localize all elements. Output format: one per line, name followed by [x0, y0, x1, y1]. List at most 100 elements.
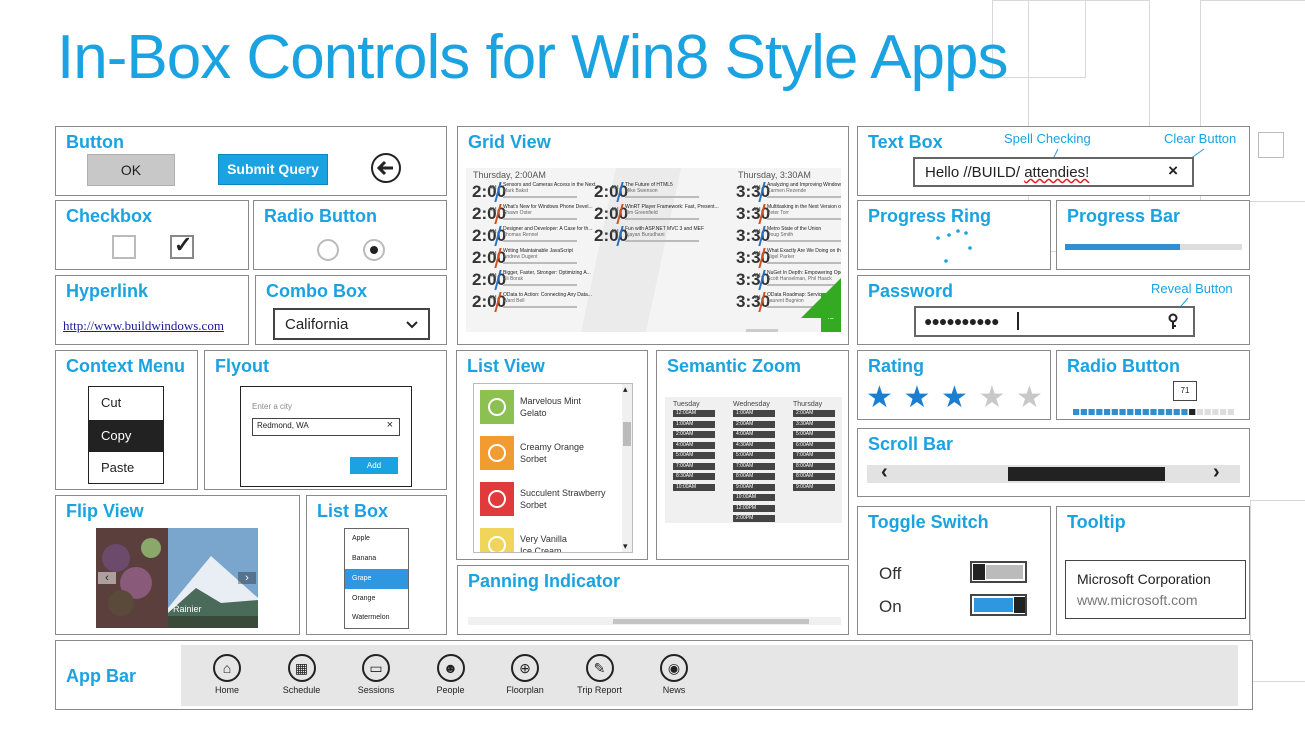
list-view-scrollbar[interactable]: ▴ ▾ [622, 384, 632, 552]
menu-item-paste[interactable]: Paste [89, 453, 163, 483]
semantic-zoom-slot[interactable]: 3:30AM [793, 420, 835, 428]
list-box-item[interactable]: Watermelon [345, 608, 408, 628]
app-bar-button-sessions[interactable]: ▭ Sessions [346, 654, 406, 695]
list-view-item[interactable]: Creamy Orange Sorbet [480, 434, 620, 474]
grid-item-meta [503, 284, 577, 286]
app-bar-button-home[interactable]: ⌂ Home [197, 654, 257, 695]
semantic-zoom-slot[interactable]: 2:00AM [673, 431, 715, 438]
key-icon[interactable] [1167, 313, 1179, 331]
star-filled-icon[interactable]: ★ [941, 383, 968, 413]
slider-segment [1111, 409, 1118, 415]
list-view-item[interactable]: Very Vanilla Ice Cream [480, 526, 620, 552]
add-button[interactable]: Add [350, 457, 398, 474]
app-bar-button-floorplan[interactable]: ⊕ Floorplan [495, 654, 555, 695]
semantic-zoom-slot[interactable]: 5:00AM [673, 452, 715, 459]
menu-item-cut[interactable]: Cut [89, 387, 163, 419]
star-empty-icon[interactable]: ★ [979, 383, 1006, 413]
semantic-zoom-slot[interactable]: 9:00AM [793, 483, 835, 491]
password-input[interactable]: ●●●●●●●●●● [914, 306, 1195, 337]
scroll-right-icon[interactable]: › [1213, 461, 1220, 484]
clear-icon[interactable]: × [387, 419, 393, 431]
semantic-zoom-slot[interactable]: 7:00AM [733, 462, 775, 470]
semantic-zoom-slot[interactable]: 8:00AM [793, 462, 835, 470]
star-filled-icon[interactable]: ★ [904, 383, 931, 413]
list-box-item[interactable]: Orange [345, 589, 408, 609]
clear-icon[interactable]: × [1168, 161, 1178, 181]
app-bar-button-schedule[interactable]: ▦ Schedule [272, 654, 332, 695]
app-bar-button-trip-report[interactable]: ✎ Trip Report [570, 654, 630, 695]
semantic-zoom-slot[interactable]: 4:00AM [673, 441, 715, 449]
submit-query-button[interactable]: Submit Query [218, 154, 328, 185]
semantic-zoom-slot[interactable]: 12:00AM [673, 410, 715, 417]
star-empty-icon[interactable]: ★ [1016, 383, 1043, 413]
hyperlink[interactable]: http://www.buildwindows.com [63, 318, 224, 334]
list-box-item[interactable]: Banana [345, 549, 408, 569]
semantic-zoom-slot[interactable]: 1:00AM [673, 420, 715, 428]
star-filled-icon[interactable]: ★ [866, 383, 893, 413]
semantic-zoom-slot[interactable]: 8:30AM [673, 473, 715, 480]
slider-segment [1134, 409, 1142, 415]
semantic-zoom-slot[interactable]: 4:00AM [733, 431, 775, 438]
ok-button[interactable]: OK [87, 154, 175, 186]
semantic-zoom-slot[interactable]: 5:00AM [733, 452, 775, 459]
list-box-item[interactable]: Apple [345, 529, 408, 549]
back-arrow-icon[interactable] [371, 153, 401, 183]
grid-item-meta [503, 196, 577, 198]
flip-next-button[interactable]: › [238, 572, 256, 584]
list-view-item[interactable]: Marvelous Mint Gelato [480, 388, 620, 428]
semantic-zoom-slot[interactable]: 10:00AM [733, 494, 775, 501]
menu-item-copy[interactable]: Copy [89, 420, 163, 452]
semantic-zoom-slot[interactable]: 4:30AM [733, 441, 775, 449]
list-view-item[interactable]: Succulent Strawberry Sorbet [480, 480, 620, 520]
vanilla-icon [480, 528, 514, 552]
radio-selected[interactable] [363, 239, 385, 261]
app-bar-button-label: Sessions [357, 685, 395, 695]
grid-item-ampm: AM [611, 207, 619, 213]
semantic-zoom-slot[interactable]: 6:00AM [793, 441, 835, 449]
semantic-zoom-slot[interactable]: 9:00AM [733, 483, 775, 491]
grid-item-subtitle: Ajayan Burudhani [625, 232, 665, 238]
text-input[interactable]: Hello //BUILD/ attendies! × [913, 157, 1194, 187]
scroll-thumb[interactable] [1008, 467, 1165, 481]
checked-checkbox[interactable]: ✓ [170, 232, 194, 259]
semantic-zoom-slot[interactable]: 2:00AM [733, 420, 775, 428]
grid-view[interactable]: Thursday, 2:00AM Thursday, 3:30AM 2:00 AM… [466, 168, 841, 332]
scroll-up-icon[interactable]: ▴ [623, 384, 628, 395]
slider-track[interactable] [1073, 409, 1234, 415]
semantic-zoom-slot[interactable]: 2:00PM [733, 515, 775, 522]
semantic-zoom-slot[interactable]: 8:00AM [733, 473, 775, 480]
toggle-switch-off[interactable] [970, 561, 1027, 583]
combo-box[interactable]: California [273, 308, 430, 340]
semantic-zoom-slot[interactable]: 1:00AM [733, 410, 775, 417]
semantic-zoom[interactable]: Tuesday 12:00AM 1:00AM 2:00AM 4:00AM 5:00AM 7:… [665, 397, 842, 523]
semantic-zoom-slot[interactable]: 8:00AM [793, 473, 835, 480]
progress-bar-fill [1065, 244, 1181, 250]
semantic-zoom-slot[interactable]: 2:00AM [793, 410, 835, 417]
app-bar-button-people[interactable]: ☻ People [421, 654, 481, 695]
list-view-item-title: Creamy Orange [520, 442, 585, 452]
flip-view[interactable]: ‹ › Rainier [96, 528, 258, 628]
semantic-zoom-slot[interactable]: 5:00AM [793, 431, 835, 438]
app-bar-button-news[interactable]: ◉ News [644, 654, 704, 695]
semantic-zoom-slot[interactable]: 7:00AM [793, 452, 835, 459]
scroll-left-icon[interactable]: ‹ [881, 461, 888, 484]
slider-segment [1080, 409, 1087, 415]
toggle-switch-on[interactable] [970, 594, 1027, 616]
unchecked-checkbox[interactable] [112, 235, 136, 259]
list-box-item-selected[interactable]: Grape [345, 569, 408, 589]
semantic-zoom-slot[interactable]: 10:00AM [673, 483, 715, 491]
radio-unselected[interactable] [317, 239, 339, 261]
semantic-zoom-slot[interactable]: 12:00PM [733, 504, 775, 512]
toggle-off-label: Off [879, 564, 902, 583]
scroll-bar[interactable]: ‹ › [867, 461, 1240, 483]
city-input[interactable]: Redmond, WA × [252, 418, 400, 436]
flip-prev-button[interactable]: ‹ [98, 572, 116, 584]
semantic-zoom-slot[interactable]: 7:00AM [673, 462, 715, 470]
hyperlink-panel: Hyperlink http://www.buildwindows.com [55, 275, 249, 345]
grid-corner-triangle [801, 278, 841, 318]
combo-box-panel: Combo Box California [255, 275, 447, 345]
slider-value-tooltip: 71 [1173, 381, 1197, 401]
panel-title: List Box [317, 501, 389, 521]
scroll-down-icon[interactable]: ▾ [623, 541, 628, 552]
scroll-thumb[interactable] [623, 422, 631, 446]
